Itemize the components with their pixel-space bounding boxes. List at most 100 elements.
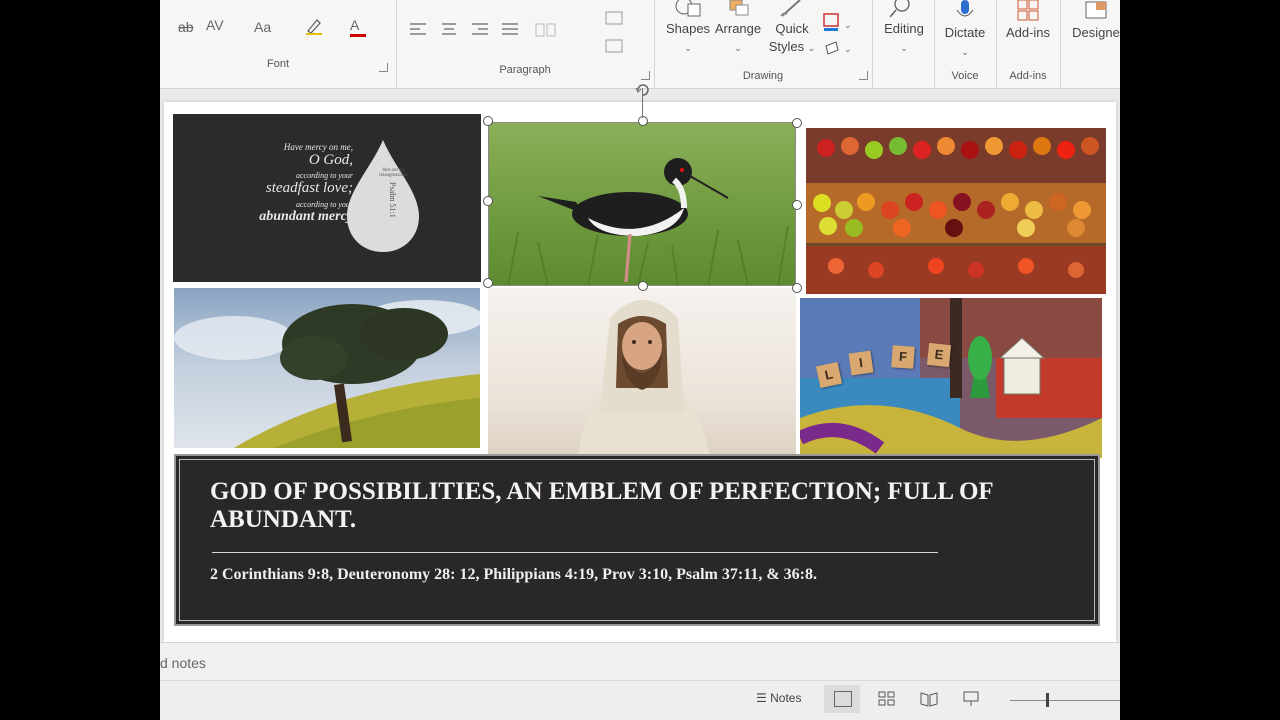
notes-toggle-button[interactable]: ☰ Notes — [756, 691, 801, 705]
quote-line: Have mercy on me, — [283, 142, 353, 152]
zoom-slider-thumb[interactable] — [1046, 693, 1049, 707]
jesus-portrait-image[interactable] — [488, 288, 796, 454]
svg-text:⌄: ⌄ — [844, 20, 852, 30]
font-dialog-launcher[interactable] — [379, 63, 388, 72]
alignment-icons[interactable] — [408, 20, 538, 40]
search-icon — [890, 0, 910, 18]
quote-line: steadfast love; — [265, 180, 353, 196]
designer-icon — [1085, 1, 1107, 19]
fruit-stand-illustration — [806, 128, 1106, 294]
selection-border — [488, 122, 796, 286]
drawing-group-label: Drawing — [742, 70, 784, 82]
powerpoint-window: ab AV Aa A Font Paragraph Shapes ⌄ Arran… — [160, 0, 1120, 720]
resize-handle[interactable] — [638, 281, 648, 291]
shapes-label: Shapes — [665, 21, 711, 36]
font-color-button[interactable]: A — [350, 18, 366, 37]
normal-view-icon — [834, 691, 852, 707]
resize-handle[interactable] — [792, 200, 802, 210]
dictate-label: Dictate — [944, 25, 986, 40]
drop-caption: Psalm 51:1 — [388, 182, 397, 218]
resize-handle[interactable] — [483, 116, 493, 126]
columns-icon[interactable] — [534, 22, 558, 38]
water-drop-icon — [347, 140, 419, 252]
chevron-down-icon: ⌄ — [961, 47, 969, 57]
quick-styles-icon — [780, 0, 801, 17]
resize-handle[interactable] — [483, 196, 493, 206]
addins-group: Add-ins Add-ins — [996, 0, 1061, 88]
notes-placeholder[interactable]: d notes — [160, 655, 206, 671]
resize-handle[interactable] — [792, 283, 802, 293]
paragraph-dialog-launcher[interactable] — [641, 71, 650, 80]
fruit-market-image[interactable] — [806, 128, 1106, 294]
quote-line: abundant mercy — [259, 209, 353, 224]
portrait-illustration — [578, 300, 710, 454]
slide-sorter-icon[interactable] — [878, 691, 896, 707]
highlight-color-icon[interactable] — [304, 16, 324, 38]
chevron-down-icon: ⌄ — [900, 43, 908, 53]
scrabble-tile: F — [891, 345, 915, 369]
fill-outline-icons[interactable]: ⌄⌄ — [822, 12, 856, 60]
title-banner[interactable]: GOD OF POSSIBILITIES, AN EMBLEM OF PERFE… — [174, 454, 1100, 626]
arrange-label: Arrange — [714, 21, 762, 36]
addins-label: Add-ins — [1005, 25, 1051, 40]
editing-button[interactable]: Editing ⌄ — [876, 0, 932, 57]
drawing-dialog-launcher[interactable] — [859, 71, 868, 80]
chevron-down-icon: ⌄ — [807, 43, 816, 53]
windswept-tree-image[interactable] — [174, 288, 480, 448]
strikethrough-button[interactable]: ab — [178, 20, 194, 34]
psalm-quote-image[interactable]: Have mercy on me, O God, according to yo… — [173, 114, 481, 282]
voice-group: Dictate ⌄ Voice — [934, 0, 997, 88]
addins-grid-icon — [1017, 0, 1039, 21]
font-group: ab AV Aa A Font — [160, 0, 397, 88]
arrange-icon — [729, 0, 749, 16]
editing-group: Editing ⌄ — [872, 0, 935, 88]
quote-line: according to your — [295, 171, 353, 180]
slideshow-icon[interactable] — [962, 691, 980, 707]
notes-pane[interactable]: d notes — [160, 642, 1120, 681]
quote-text: Have mercy on me, O God, according to yo… — [259, 142, 353, 225]
chevron-down-icon: ⌄ — [734, 43, 742, 53]
banner-references[interactable]: 2 Corinthians 9:8, Deuteronomy 28: 12, P… — [210, 566, 817, 584]
dictate-button[interactable]: Dictate ⌄ — [937, 0, 993, 61]
addins-button[interactable]: Add-ins — [1000, 0, 1056, 42]
scrabble-tile: E — [926, 342, 952, 368]
slide-canvas[interactable]: Have mercy on me, O God, according to yo… — [164, 84, 1116, 642]
status-bar: ☰ Notes — [160, 680, 1120, 720]
drop-text: blot out my transgressions. — [379, 168, 409, 178]
scrabble-tile: I — [848, 350, 874, 376]
zoom-slider[interactable] — [1010, 700, 1120, 701]
arrange-button[interactable]: Arrange ⌄ — [712, 0, 764, 57]
character-spacing-button[interactable]: AV — [206, 18, 224, 32]
voice-group-label: Voice — [951, 70, 979, 82]
quick-styles-label-1: Quick — [775, 21, 809, 36]
editing-label: Editing — [884, 21, 924, 36]
svg-text:⌄: ⌄ — [844, 44, 852, 54]
change-case-button[interactable]: Aa — [254, 20, 271, 34]
designer-button[interactable]: Designe — [1066, 0, 1120, 42]
paragraph-group-label: Paragraph — [499, 64, 551, 76]
paragraph-group: Paragraph — [396, 0, 655, 88]
microphone-icon — [956, 0, 974, 17]
chevron-down-icon: ⌄ — [684, 43, 692, 53]
resize-handle[interactable] — [792, 118, 802, 128]
quick-styles-label-2: Styles — [768, 39, 805, 54]
shapes-button[interactable]: Shapes ⌄ — [664, 0, 712, 57]
text-direction-icons[interactable] — [604, 8, 628, 56]
banner-title[interactable]: GOD OF POSSIBILITIES, AN EMBLEM OF PERFE… — [210, 478, 1070, 534]
quick-styles-button[interactable]: Quick Styles ⌄ — [764, 0, 820, 57]
quote-line: O God, — [308, 152, 353, 168]
reading-view-icon[interactable] — [920, 691, 938, 707]
tree-illustration — [174, 300, 480, 448]
notes-toggle-label: Notes — [770, 691, 802, 705]
collage-illustration — [800, 298, 1102, 458]
life-collage-image[interactable]: L I F E — [800, 298, 1102, 458]
addins-group-label: Add-ins — [1009, 70, 1047, 82]
resize-handle[interactable] — [483, 278, 493, 288]
banner-divider — [212, 552, 938, 553]
designer-label: Designe — [1072, 25, 1120, 40]
font-color-swatch — [350, 34, 366, 37]
rotate-icon[interactable] — [634, 80, 652, 98]
quote-line: according to your — [295, 200, 353, 209]
font-color-letter: A — [350, 17, 360, 33]
resize-handle[interactable] — [638, 116, 648, 126]
